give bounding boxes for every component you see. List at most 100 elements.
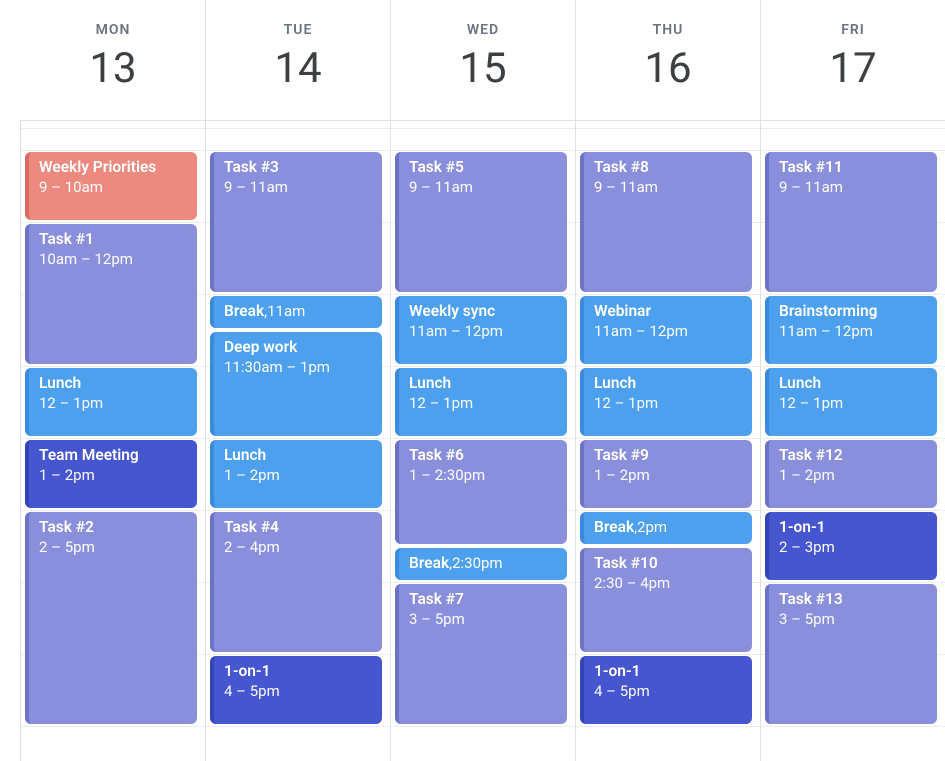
event-title: Weekly sync (409, 302, 495, 320)
calendar-event[interactable]: Lunch 12 – 1pm (25, 368, 197, 436)
event-title: 1-on-1 (594, 662, 641, 680)
day-number: 14 (206, 44, 390, 93)
calendar-event[interactable]: Task #73 – 5pm (395, 584, 567, 724)
event-time: 2 – 4pm (224, 538, 280, 556)
event-time: 9 – 10am (39, 178, 103, 196)
event-time: 1 – 2pm (594, 466, 650, 484)
event-time: 1 – 2pm (779, 466, 835, 484)
calendar-event[interactable]: Task #121 – 2pm (765, 440, 937, 508)
calendar-event[interactable]: Weekly sync 11am – 12pm (395, 296, 567, 364)
event-time: 1 – 2pm (224, 466, 280, 484)
event-title: Task #9 (594, 446, 649, 464)
calendar-event[interactable]: 1-on-1 4 – 5pm (580, 656, 752, 724)
calendar-event[interactable]: Lunch12 – 1pm (580, 368, 752, 436)
event-title: 1-on-1 (224, 662, 271, 680)
event-title: Deep work (224, 338, 297, 356)
day-number: 15 (391, 44, 575, 93)
calendar-event[interactable]: Task #89 – 11am (580, 152, 752, 292)
event-title: Lunch (224, 446, 266, 464)
event-time: 4 – 5pm (224, 682, 280, 700)
day-column-mon[interactable]: Weekly Priorities 9 – 10am Task #1 10am – 1… (20, 121, 205, 761)
event-time: 2pm (637, 518, 667, 537)
day-abbr: WED (391, 22, 575, 38)
day-abbr: THU (576, 22, 760, 38)
event-time: 1 – 2pm (39, 466, 95, 484)
event-time: 2:30pm (452, 554, 503, 573)
event-time: 9 – 11am (409, 178, 473, 196)
event-title: Lunch (39, 374, 81, 392)
calendar-event[interactable]: Task #5 9 – 11am (395, 152, 567, 292)
calendar-event[interactable]: 1-on-1 2 – 3pm (765, 512, 937, 580)
event-title: Task #13 (779, 590, 843, 608)
event-time: 11am – 12pm (409, 322, 503, 340)
calendar-event[interactable]: Break, 2:30pm (395, 548, 567, 580)
day-abbr: FRI (761, 22, 945, 38)
day-header-mon[interactable]: MON 13 (20, 0, 205, 120)
event-title: Break (409, 554, 449, 574)
event-time: 1 – 2:30pm (409, 466, 485, 484)
event-time: 12 – 1pm (594, 394, 658, 412)
calendar-event[interactable]: Task #10 2:30 – 4pm (580, 548, 752, 652)
event-time: 9 – 11am (779, 178, 843, 196)
event-title: 1-on-1 (779, 518, 826, 536)
calendar-header-row: MON 13 TUE 14 WED 15 THU 16 FRI 17 (20, 0, 945, 120)
calendar-grid[interactable]: Weekly Priorities 9 – 10am Task #1 10am – 1… (20, 120, 945, 761)
calendar-event[interactable]: Lunch12 – 1pm (765, 368, 937, 436)
event-time: 11am (267, 302, 305, 321)
day-header-tue[interactable]: TUE 14 (205, 0, 390, 120)
event-title: Webinar (594, 302, 651, 320)
day-header-wed[interactable]: WED 15 (390, 0, 575, 120)
event-time: 11am – 12pm (779, 322, 873, 340)
calendar-event[interactable]: 1-on-1 4 – 5pm (210, 656, 382, 724)
event-time: 12 – 1pm (39, 394, 103, 412)
event-title: Task #3 (224, 158, 279, 176)
day-abbr: TUE (206, 22, 390, 38)
event-title: Lunch (409, 374, 451, 392)
event-time: 2:30 – 4pm (594, 574, 670, 592)
event-time: 2 – 3pm (779, 538, 835, 556)
event-time: 4 – 5pm (594, 682, 650, 700)
calendar-event[interactable]: Task #9 1 – 2pm (580, 440, 752, 508)
event-title: Task #10 (594, 554, 658, 572)
calendar-event[interactable]: Weekly Priorities 9 – 10am (25, 152, 197, 220)
day-column-tue[interactable]: Task #39 – 11am Break, 11am Deep work 11:30… (205, 121, 390, 761)
calendar-event[interactable]: Task #13 3 – 5pm (765, 584, 937, 724)
calendar-event[interactable]: Break, 11am (210, 296, 382, 328)
day-column-wed[interactable]: Task #5 9 – 11am Weekly sync 11am – 12pm Lun… (390, 121, 575, 761)
calendar-event[interactable]: Task #6 1 – 2:30pm (395, 440, 567, 544)
event-title: Team Meeting (39, 446, 139, 464)
calendar-event[interactable]: Task #11 9 – 11am (765, 152, 937, 292)
event-time: 3 – 5pm (779, 610, 835, 628)
event-title: Task #7 (409, 590, 464, 608)
event-title: Task #5 (409, 158, 464, 176)
event-title: Task #2 (39, 518, 94, 536)
day-column-thu[interactable]: Task #89 – 11amWebinar11am – 12pmLunch12… (575, 121, 760, 761)
event-time: 10am – 12pm (39, 250, 133, 268)
day-number: 13 (21, 44, 205, 93)
day-header-thu[interactable]: THU 16 (575, 0, 760, 120)
event-title: Weekly Priorities (39, 158, 156, 176)
day-number: 16 (576, 44, 760, 93)
day-number: 17 (761, 44, 945, 93)
calendar-event[interactable]: Task #22 – 5pm (25, 512, 197, 724)
event-title: Task #6 (409, 446, 464, 464)
calendar-event[interactable]: Break, 2pm (580, 512, 752, 544)
calendar-event[interactable]: Brainstorming 11am – 12pm (765, 296, 937, 364)
event-title: Lunch (779, 374, 821, 392)
calendar-event[interactable]: Team Meeting 1 – 2pm (25, 440, 197, 508)
event-title: Break (594, 518, 634, 538)
calendar-event[interactable]: Task #39 – 11am (210, 152, 382, 292)
calendar-event[interactable]: Lunch12 – 1pm (395, 368, 567, 436)
calendar-event[interactable]: Webinar11am – 12pm (580, 296, 752, 364)
day-column-fri[interactable]: Task #11 9 – 11am Brainstorming 11am – 12pm… (760, 121, 945, 761)
event-title: Break (224, 302, 264, 322)
event-time: 11:30am – 1pm (224, 358, 330, 376)
day-header-fri[interactable]: FRI 17 (760, 0, 945, 120)
event-title: Task #11 (779, 158, 843, 176)
calendar-event[interactable]: Lunch 1 – 2pm (210, 440, 382, 508)
event-title: Task #1 (39, 230, 94, 248)
calendar-event[interactable]: Deep work 11:30am – 1pm (210, 332, 382, 436)
calendar-event[interactable]: Task #42 – 4pm (210, 512, 382, 652)
calendar-event[interactable]: Task #1 10am – 12pm (25, 224, 197, 364)
event-title: Brainstorming (779, 302, 877, 320)
